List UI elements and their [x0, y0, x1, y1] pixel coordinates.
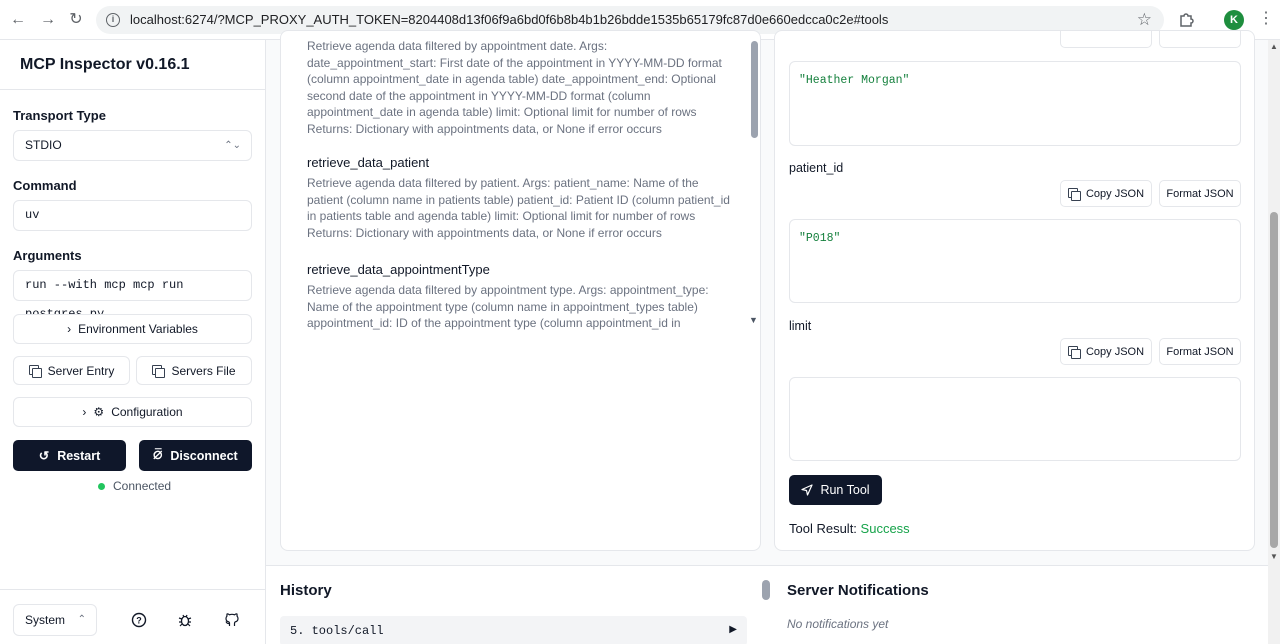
back-arrow-icon[interactable]: ← [8, 10, 28, 30]
theme-value: System [25, 613, 66, 627]
tool-result-status: Success [860, 521, 910, 536]
tool-description: Retrieve agenda data filtered by appoint… [307, 283, 709, 330]
site-info-icon[interactable]: i [106, 13, 120, 27]
servers-file-button[interactable]: Servers File [136, 356, 252, 385]
gear-icon: ⚙ [93, 405, 105, 419]
github-icon[interactable] [224, 612, 240, 628]
connection-status: Connected [98, 479, 171, 493]
patient-name-json-editor[interactable]: "Heather Morgan" [789, 61, 1241, 146]
chevron-right-icon: › [67, 322, 72, 336]
history-scrollbar[interactable] [762, 580, 770, 600]
copy-icon [28, 364, 42, 378]
format-json-button[interactable]: Format JSON [1159, 338, 1241, 365]
copy-json-button[interactable] [1060, 31, 1152, 48]
transport-type-value: STDIO [25, 138, 62, 152]
history-title: History [280, 582, 332, 599]
expand-triangle-icon[interactable]: ▶ [729, 616, 737, 644]
profile-avatar[interactable]: K [1224, 10, 1244, 30]
transport-type-select[interactable]: STDIO ⌃⌄ [13, 130, 252, 161]
tools-list[interactable]: Retrieve agenda data filtered by appoint… [295, 41, 735, 331]
scroll-down-arrow-icon[interactable]: ▼ [749, 315, 758, 325]
page-scrollbar-thumb[interactable] [1270, 212, 1278, 548]
send-icon [801, 484, 814, 496]
tools-list-panel: Retrieve agenda data filtered by appoint… [280, 30, 761, 551]
tool-name: retrieve_data_patient [307, 155, 430, 170]
tool-result-label: Tool Result: [789, 521, 857, 536]
bottom-panels: History 5. tools/call ▶ Server Notificat… [266, 565, 1268, 644]
sidebar-divider [0, 589, 266, 590]
tool-item[interactable]: retrieve_data_appointmentType Retrieve a… [307, 262, 735, 331]
select-chevrons-icon: ⌃⌄ [224, 140, 241, 151]
command-label: Command [13, 178, 77, 193]
tool-description: Retrieve agenda data filtered by patient… [307, 176, 730, 240]
run-tool-label: Run Tool [820, 483, 870, 497]
tool-name: retrieve_data_appointmentType [307, 262, 490, 277]
sidebar-divider [0, 89, 266, 90]
browser-menu-icon[interactable]: ⋮ [1258, 8, 1274, 30]
environment-variables-label: Environment Variables [78, 322, 198, 336]
transport-type-label: Transport Type [13, 108, 106, 123]
patient-id-json-editor[interactable]: "P018" [789, 219, 1241, 303]
server-notifications-title: Server Notifications [787, 582, 929, 599]
reload-icon[interactable]: ↻ [66, 10, 86, 30]
tool-form-panel: "Heather Morgan" patient_id Copy JSON Fo… [774, 30, 1255, 551]
status-text: Connected [113, 479, 172, 493]
bookmark-star-icon[interactable]: ☆ [1137, 10, 1152, 30]
copy-json-button[interactable]: Copy JSON [1060, 180, 1152, 207]
unplug-icon: ⦱ [153, 448, 163, 462]
servers-file-label: Servers File [171, 363, 236, 378]
bug-icon[interactable] [177, 612, 193, 628]
copy-json-button[interactable]: Copy JSON [1060, 338, 1152, 365]
restart-label: Restart [57, 448, 101, 463]
restart-button[interactable]: ↺ Restart [13, 440, 126, 471]
url-text[interactable]: localhost:6274/?MCP_PROXY_AUTH_TOKEN=820… [130, 12, 888, 27]
arguments-input[interactable]: run --with mcp mcp run postgres.py [13, 270, 252, 321]
configuration-toggle[interactable]: › ⚙ Configuration [13, 397, 252, 427]
configuration-label: Configuration [111, 405, 183, 419]
disconnect-label: Disconnect [170, 448, 238, 463]
status-dot-icon [98, 482, 105, 490]
environment-variables-toggle[interactable]: › Environment Variables [13, 314, 252, 344]
server-entry-button[interactable]: Server Entry [13, 356, 130, 385]
extensions-puzzle-icon[interactable] [1178, 10, 1196, 28]
command-input[interactable]: uv [13, 200, 252, 231]
sidebar: MCP Inspector v0.16.1 Transport Type STD… [0, 40, 266, 644]
tool-item[interactable]: retrieve_data_patient Retrieve agenda da… [307, 155, 735, 241]
format-json-button[interactable] [1159, 31, 1241, 48]
server-entry-label: Server Entry [47, 363, 115, 378]
app-title: MCP Inspector v0.16.1 [20, 56, 190, 73]
scroll-up-arrow-icon[interactable]: ▲ [1270, 42, 1278, 51]
format-json-button[interactable]: Format JSON [1159, 180, 1241, 207]
forward-arrow-icon[interactable]: → [38, 10, 58, 30]
history-entry[interactable]: 5. tools/call ▶ [280, 616, 747, 644]
history-entry-label: 5. tools/call [290, 624, 384, 638]
format-json-label: Format JSON [1166, 187, 1234, 200]
tool-result: Tool Result: Success [789, 521, 910, 536]
copy-json-label: Copy JSON [1085, 187, 1145, 200]
restart-icon: ↺ [38, 449, 50, 463]
notifications-empty-text: No notifications yet [787, 617, 889, 631]
scroll-down-arrow-icon[interactable]: ▼ [1270, 552, 1278, 561]
limit-json-editor[interactable] [789, 377, 1241, 461]
disconnect-button[interactable]: ⦱ Disconnect [139, 440, 252, 471]
chevron-right-icon: › [82, 405, 87, 419]
limit-label: limit [789, 319, 812, 333]
format-json-label: Format JSON [1166, 345, 1234, 358]
run-tool-button[interactable]: Run Tool [789, 475, 882, 505]
help-circle-icon[interactable]: ? [131, 612, 147, 628]
tool-item[interactable]: Retrieve agenda data filtered by appoint… [307, 41, 735, 137]
copy-icon [1067, 345, 1081, 359]
arguments-label: Arguments [13, 248, 82, 263]
svg-text:?: ? [136, 616, 142, 626]
tools-list-scrollbar[interactable] [751, 41, 758, 138]
tool-description: Retrieve agenda data filtered by appoint… [307, 41, 722, 136]
theme-select[interactable]: System ⌃ [13, 604, 97, 636]
main-content: Retrieve agenda data filtered by appoint… [266, 30, 1268, 644]
copy-icon [1067, 187, 1081, 201]
copy-json-label: Copy JSON [1085, 345, 1145, 358]
copy-icon [152, 364, 166, 378]
select-chevrons-icon: ⌃ [77, 614, 86, 625]
patient-id-label: patient_id [789, 161, 844, 175]
